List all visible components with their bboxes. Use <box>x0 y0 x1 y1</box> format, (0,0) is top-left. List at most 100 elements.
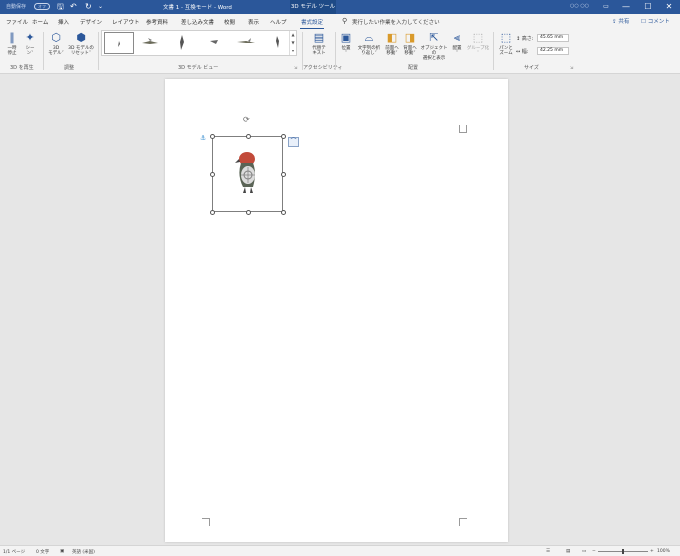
title-bar: 自動保存 オフ 🖫 ↶ ↻ ⌄ 文書 1 - 互換モード - Word 3D モ… <box>0 0 680 14</box>
web-layout-icon[interactable]: ▭ <box>582 549 586 554</box>
bring-forward-label: 前面へ 移動˅ <box>385 46 399 56</box>
resize-handle[interactable] <box>210 172 215 177</box>
reset-3d-model-button[interactable]: ⬢ 3D モデルの リセット˅ <box>66 32 96 57</box>
wrap-text-button[interactable]: ⌓ 文字列の折 り返し˅ <box>355 32 383 57</box>
ribbon-separator <box>43 32 44 70</box>
resize-handle[interactable] <box>210 134 215 139</box>
view-thumbnail[interactable] <box>200 32 230 54</box>
view-thumbnail[interactable] <box>232 32 262 54</box>
save-icon[interactable]: 🖫 <box>57 2 64 11</box>
zoom-out-icon[interactable]: − <box>592 549 596 554</box>
crop-mark <box>459 125 460 133</box>
group-objects-button[interactable]: ⬚ グループ化 ˅ <box>466 31 490 57</box>
3d-model-frame[interactable] <box>210 134 286 215</box>
tab-mailings[interactable]: 差し込み文書 <box>181 18 214 26</box>
dialog-launcher-icon[interactable]: ⇲ <box>294 65 297 70</box>
search-icon[interactable]: ⚲ <box>342 17 347 25</box>
user-name[interactable]: ○○ ○○ <box>570 3 589 9</box>
crop-mark <box>202 518 210 526</box>
view-thumbnail[interactable] <box>168 32 198 54</box>
tab-home[interactable]: ホーム <box>32 18 48 26</box>
zoom-slider-thumb[interactable] <box>622 549 624 554</box>
tab-file[interactable]: ファイル <box>6 18 28 26</box>
proofing-icon[interactable]: ▣ <box>60 549 64 554</box>
align-icon: ⫷ <box>453 31 461 44</box>
tab-help[interactable]: ヘルプ <box>270 18 287 26</box>
tab-view[interactable]: 表示 <box>248 18 259 26</box>
share-button[interactable]: ⇪ 共有 <box>612 17 629 25</box>
tab-review[interactable]: 校閲 <box>224 18 235 26</box>
tab-insert[interactable]: 挿入 <box>58 18 69 26</box>
tab-layout[interactable]: レイアウト <box>112 18 140 26</box>
pan-zoom-button[interactable]: ⬚ パンと ズーム <box>496 32 516 57</box>
minimize-icon[interactable]: — <box>617 1 635 13</box>
alt-text-label: 代替テ キスト <box>312 46 326 56</box>
resize-handle[interactable] <box>210 210 215 215</box>
resize-handle[interactable] <box>281 210 286 215</box>
group-label-size: サイズ <box>524 65 539 71</box>
tab-design[interactable]: デザイン <box>80 18 102 26</box>
crop-mark <box>459 125 467 133</box>
contextual-tab-3d-model-tools: 3D モデル ツール <box>290 0 336 14</box>
send-backward-button[interactable]: ◨ 背面へ 移動˅ <box>401 32 419 57</box>
bird-side-icon <box>142 38 158 44</box>
resize-handle[interactable] <box>281 134 286 139</box>
position-button[interactable]: ▣ 位置 ˅ <box>338 32 354 57</box>
rotate-handle-icon[interactable]: ⟳ <box>243 115 250 124</box>
tab-format[interactable]: 書式設定 <box>299 18 325 30</box>
gallery-scroll[interactable]: ▲ ▼ ▾ <box>289 31 296 55</box>
maximize-icon[interactable]: ☐ <box>639 1 657 13</box>
alt-text-button[interactable]: ▤ 代替テ キスト <box>306 31 332 57</box>
zoom-in-icon[interactable]: + <box>650 549 654 554</box>
tell-me-search[interactable]: 実行したい作業を入力してください <box>352 18 440 26</box>
view-thumbnail[interactable] <box>136 32 166 54</box>
customize-qat-icon[interactable]: ⌄ <box>98 2 103 11</box>
ribbon-separator <box>335 32 336 70</box>
3d-models-button[interactable]: ⬡ 3D モデル˅ <box>46 31 66 57</box>
width-label: ↔ 幅: <box>516 49 529 55</box>
print-layout-icon[interactable]: ▤ <box>566 549 570 554</box>
autosave-label: 自動保存 <box>6 4 27 10</box>
scenes-button[interactable]: ✦ シー ン˅ <box>22 31 38 57</box>
align-button[interactable]: ⫷ 配置 ˅ <box>449 31 465 57</box>
resize-handle[interactable] <box>246 210 251 215</box>
selection-pane-button[interactable]: ⇱ オブジェクトの 選択と表示 <box>419 32 449 62</box>
ribbon: ∥ 一時 停止 ✦ シー ン˅ 3D を再生 ⬡ 3D モデル˅ ⬢ 3D モデ… <box>0 29 680 74</box>
document-page[interactable]: ⟳ ⚓ ⌒ <box>165 79 508 542</box>
layout-options-icon[interactable]: ⌒ <box>288 137 299 147</box>
ribbon-display-options-icon[interactable]: ▭ <box>597 1 615 13</box>
group-label-3d-model-views: 3D モデル ビュー <box>178 65 219 71</box>
wrap-text-label: 文字列の折 り返し˅ <box>357 46 381 56</box>
word-count[interactable]: 0 文字 <box>36 549 49 555</box>
view-thumbnail[interactable] <box>104 32 134 54</box>
crop-mark <box>459 518 467 526</box>
close-icon[interactable]: ✕ <box>660 1 678 13</box>
bring-forward-button[interactable]: ◧ 前面へ 移動˅ <box>383 32 401 57</box>
comments-button[interactable]: ☐ コメント <box>641 17 670 25</box>
tab-references[interactable]: 参考資料 <box>146 18 168 26</box>
focus-mode-icon[interactable]: ☰ <box>546 549 550 554</box>
page-count[interactable]: 1/1 ページ <box>3 549 25 555</box>
alt-text-icon: ▤ <box>313 31 325 44</box>
bird-top-icon <box>210 40 218 44</box>
pause-label: 一時 停止 <box>7 46 17 56</box>
resize-handle[interactable] <box>246 134 251 139</box>
3d-bird-model[interactable] <box>213 137 284 213</box>
group-objects-icon: ⬚ <box>472 31 484 44</box>
language-indicator[interactable]: 英語 (米国) <box>72 549 95 555</box>
zoom-level[interactable]: 100% <box>657 549 670 554</box>
group-objects-label: グループ化 ˅ <box>466 46 490 56</box>
width-input[interactable]: 42.25 mm <box>537 47 569 55</box>
group-label-adjust: 調整 <box>64 65 75 71</box>
redo-icon[interactable]: ↻ <box>85 2 92 11</box>
height-input[interactable]: 45.65 mm <box>537 34 569 42</box>
pause-icon: ∥ <box>9 31 15 44</box>
undo-icon[interactable]: ↶ <box>70 2 77 11</box>
bird-back-icon <box>276 36 279 48</box>
pause-button[interactable]: ∥ 一時 停止 <box>4 31 20 57</box>
autosave-toggle[interactable]: オフ <box>34 3 50 10</box>
scenes-icon: ✦ <box>25 31 35 44</box>
size-dialog-launcher-icon[interactable]: ⇲ <box>570 65 573 70</box>
resize-handle[interactable] <box>281 172 286 177</box>
cube-icon: ⬡ <box>51 31 61 44</box>
